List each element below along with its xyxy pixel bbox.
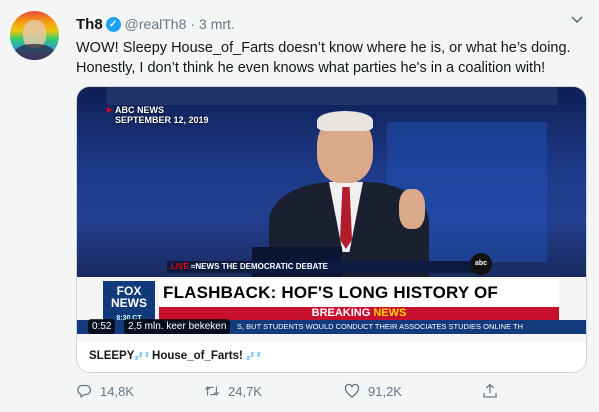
card-title-prefix: SLEEPY bbox=[89, 350, 135, 362]
speaker-hand bbox=[399, 189, 425, 229]
like-icon bbox=[344, 383, 360, 399]
stage-light bbox=[107, 87, 557, 105]
video-view-count: 2,5 mln. keer bekeken bbox=[124, 319, 231, 334]
retweet-icon bbox=[204, 383, 220, 399]
verified-badge-icon: ✓ bbox=[105, 16, 121, 32]
tweet-actions: 14,8K 24,7K 91,2K bbox=[76, 382, 586, 400]
abc-news-tag: ABC NEWS SEPTEMBER 12, 2019 bbox=[107, 105, 209, 125]
like-button[interactable]: 91,2K bbox=[344, 382, 402, 400]
share-icon bbox=[482, 383, 498, 399]
breaking-label: BREAKING bbox=[311, 307, 371, 319]
reply-count: 14,8K bbox=[100, 383, 134, 399]
fox-news-logo: FOX NEWS 8:30 CT bbox=[103, 281, 155, 323]
video-frame: ABC NEWS SEPTEMBER 12, 2019 LIVE ≈NEWS T… bbox=[77, 87, 586, 282]
abc-network-label: ABC NEWS bbox=[115, 105, 164, 115]
reply-button[interactable]: 14,8K bbox=[76, 382, 134, 400]
like-count: 91,2K bbox=[368, 383, 402, 399]
media-card[interactable]: ABC NEWS SEPTEMBER 12, 2019 LIVE ≈NEWS T… bbox=[76, 86, 587, 373]
avatar[interactable] bbox=[10, 11, 59, 60]
speaker-hair bbox=[317, 111, 373, 131]
author-name[interactable]: Th8 bbox=[76, 16, 103, 33]
tweet-header: Th8 ✓ @realTh8 · 3 mrt. bbox=[76, 14, 235, 34]
tweet[interactable]: Th8 ✓ @realTh8 · 3 mrt. WOW! Sleepy Hous… bbox=[0, 0, 599, 412]
chevron-down-icon[interactable] bbox=[569, 12, 585, 26]
retweet-count: 24,7K bbox=[228, 383, 262, 399]
tweet-date[interactable]: 3 mrt. bbox=[199, 16, 235, 32]
live-label: LIVE bbox=[171, 262, 189, 271]
sleep-emoji-1: ₂ᶻ ᶻ bbox=[134, 351, 149, 362]
separator: · bbox=[190, 16, 196, 32]
play-triangle-icon bbox=[107, 107, 112, 113]
lower-third: LIVE ≈NEWS THE DEMOCRATIC DEBATE bbox=[167, 261, 487, 273]
sleep-emoji-2: ₂ᶻ ᶻ bbox=[246, 351, 261, 362]
video-elapsed-time: 0:52 bbox=[88, 319, 116, 334]
reply-icon bbox=[76, 383, 92, 399]
abc-logo: abc bbox=[470, 253, 492, 275]
lower-third-text: ≈NEWS THE DEMOCRATIC DEBATE bbox=[191, 262, 328, 271]
chyron-headline: FLASHBACK: HOF'S LONG HISTORY OF GAFFES bbox=[159, 279, 559, 330]
author-handle[interactable]: @realTh8 bbox=[125, 16, 187, 32]
tweet-text: WOW! Sleepy House_of_Farts doesn’t know … bbox=[76, 40, 571, 76]
card-title-middle: House_of_Farts! bbox=[152, 350, 243, 362]
fox-logo-text: FOX NEWS bbox=[111, 284, 147, 310]
avatar-suit bbox=[14, 44, 55, 60]
retweet-button[interactable]: 24,7K bbox=[204, 382, 262, 400]
share-button[interactable] bbox=[482, 382, 506, 400]
abc-date-label: SEPTEMBER 12, 2019 bbox=[115, 115, 209, 125]
news-label: NEWS bbox=[373, 307, 407, 319]
video-player[interactable]: ABC NEWS SEPTEMBER 12, 2019 LIVE ≈NEWS T… bbox=[77, 87, 586, 342]
card-title[interactable]: SLEEPY₂ᶻ ᶻ House_of_Farts! ₂ᶻ ᶻ bbox=[89, 349, 260, 364]
